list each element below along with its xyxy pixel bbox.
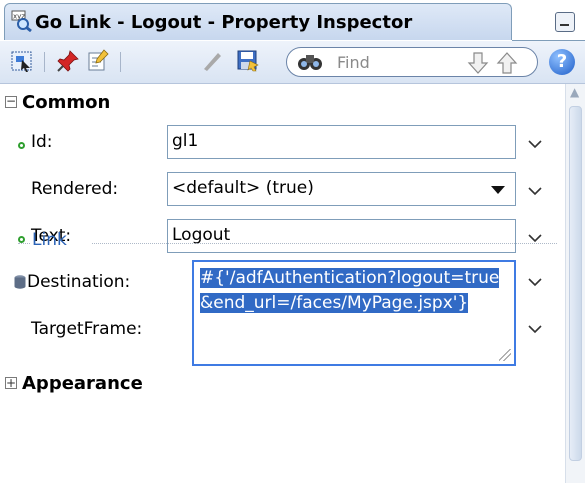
id-field[interactable]: gl1 bbox=[167, 125, 516, 159]
section-title: Common bbox=[22, 92, 111, 113]
required-indicator-icon bbox=[18, 142, 25, 149]
scrollbar-thumb[interactable] bbox=[569, 106, 582, 461]
chevron-down-icon[interactable] bbox=[528, 277, 542, 287]
dropdown-arrow-icon[interactable] bbox=[491, 186, 505, 194]
common-section-header[interactable]: − Common bbox=[0, 88, 565, 118]
target-frame-label: TargetFrame: bbox=[31, 319, 143, 339]
rendered-select[interactable]: <default> (true) bbox=[167, 172, 516, 206]
edit-icon[interactable] bbox=[86, 49, 110, 73]
scroll-up-icon[interactable]: ▲ bbox=[570, 86, 582, 98]
section-title: Appearance bbox=[22, 373, 143, 394]
rendered-value: <default> (true) bbox=[172, 178, 314, 198]
chevron-down-icon[interactable] bbox=[528, 233, 542, 243]
destination-label: Destination: bbox=[27, 272, 131, 292]
find-input[interactable] bbox=[337, 51, 457, 73]
minimize-icon[interactable] bbox=[555, 12, 575, 32]
text-field[interactable]: Logout bbox=[167, 219, 516, 253]
binoculars-icon[interactable] bbox=[297, 52, 323, 72]
toolbar-separator bbox=[44, 52, 45, 72]
pencil-icon[interactable] bbox=[200, 49, 224, 73]
expand-icon[interactable]: + bbox=[5, 377, 17, 389]
arrow-down-icon[interactable] bbox=[465, 51, 491, 75]
collapse-icon[interactable]: − bbox=[5, 95, 17, 108]
property-inspector-icon: xyz bbox=[11, 10, 32, 32]
chevron-down-icon[interactable] bbox=[528, 139, 542, 149]
destination-field[interactable]: #{'/adfAuthentication?logout=true&end_ur… bbox=[192, 260, 516, 366]
arrow-up-icon[interactable] bbox=[494, 51, 520, 75]
resize-grip-icon[interactable] bbox=[499, 349, 511, 361]
toolbar-separator bbox=[120, 52, 121, 72]
select-node-icon[interactable] bbox=[10, 49, 34, 73]
chevron-down-icon[interactable] bbox=[528, 186, 542, 196]
title-bar: xyz Go Link - Logout - Property Inspecto… bbox=[0, 0, 585, 41]
destination-value: #{'/adfAuthentication?logout=true&end_ur… bbox=[200, 268, 500, 313]
find-field bbox=[286, 47, 538, 77]
category-divider bbox=[92, 243, 557, 244]
properties-panel: − Common Id: gl1 Rendered: <default> (tr… bbox=[0, 84, 565, 483]
chevron-down-icon[interactable] bbox=[528, 324, 542, 334]
property-inspector-window: xyz Go Link - Logout - Property Inspecto… bbox=[0, 0, 585, 483]
inspector-tab[interactable]: xyz Go Link - Logout - Property Inspecto… bbox=[4, 3, 512, 40]
rendered-label: Rendered: bbox=[31, 179, 119, 199]
toolbar: ? bbox=[0, 41, 585, 84]
help-icon[interactable]: ? bbox=[549, 49, 575, 75]
vertical-scrollbar[interactable]: ▲ bbox=[565, 84, 585, 483]
category-divider bbox=[18, 243, 30, 244]
save-icon[interactable] bbox=[236, 49, 260, 73]
required-indicator-icon bbox=[18, 236, 25, 243]
appearance-section-header[interactable]: + Appearance bbox=[0, 369, 565, 399]
pin-icon[interactable] bbox=[56, 49, 80, 73]
link-category-label: Link bbox=[32, 230, 67, 250]
window-title: Go Link - Logout - Property Inspector bbox=[35, 12, 413, 33]
database-icon bbox=[14, 275, 26, 289]
id-label: Id: bbox=[31, 132, 53, 152]
